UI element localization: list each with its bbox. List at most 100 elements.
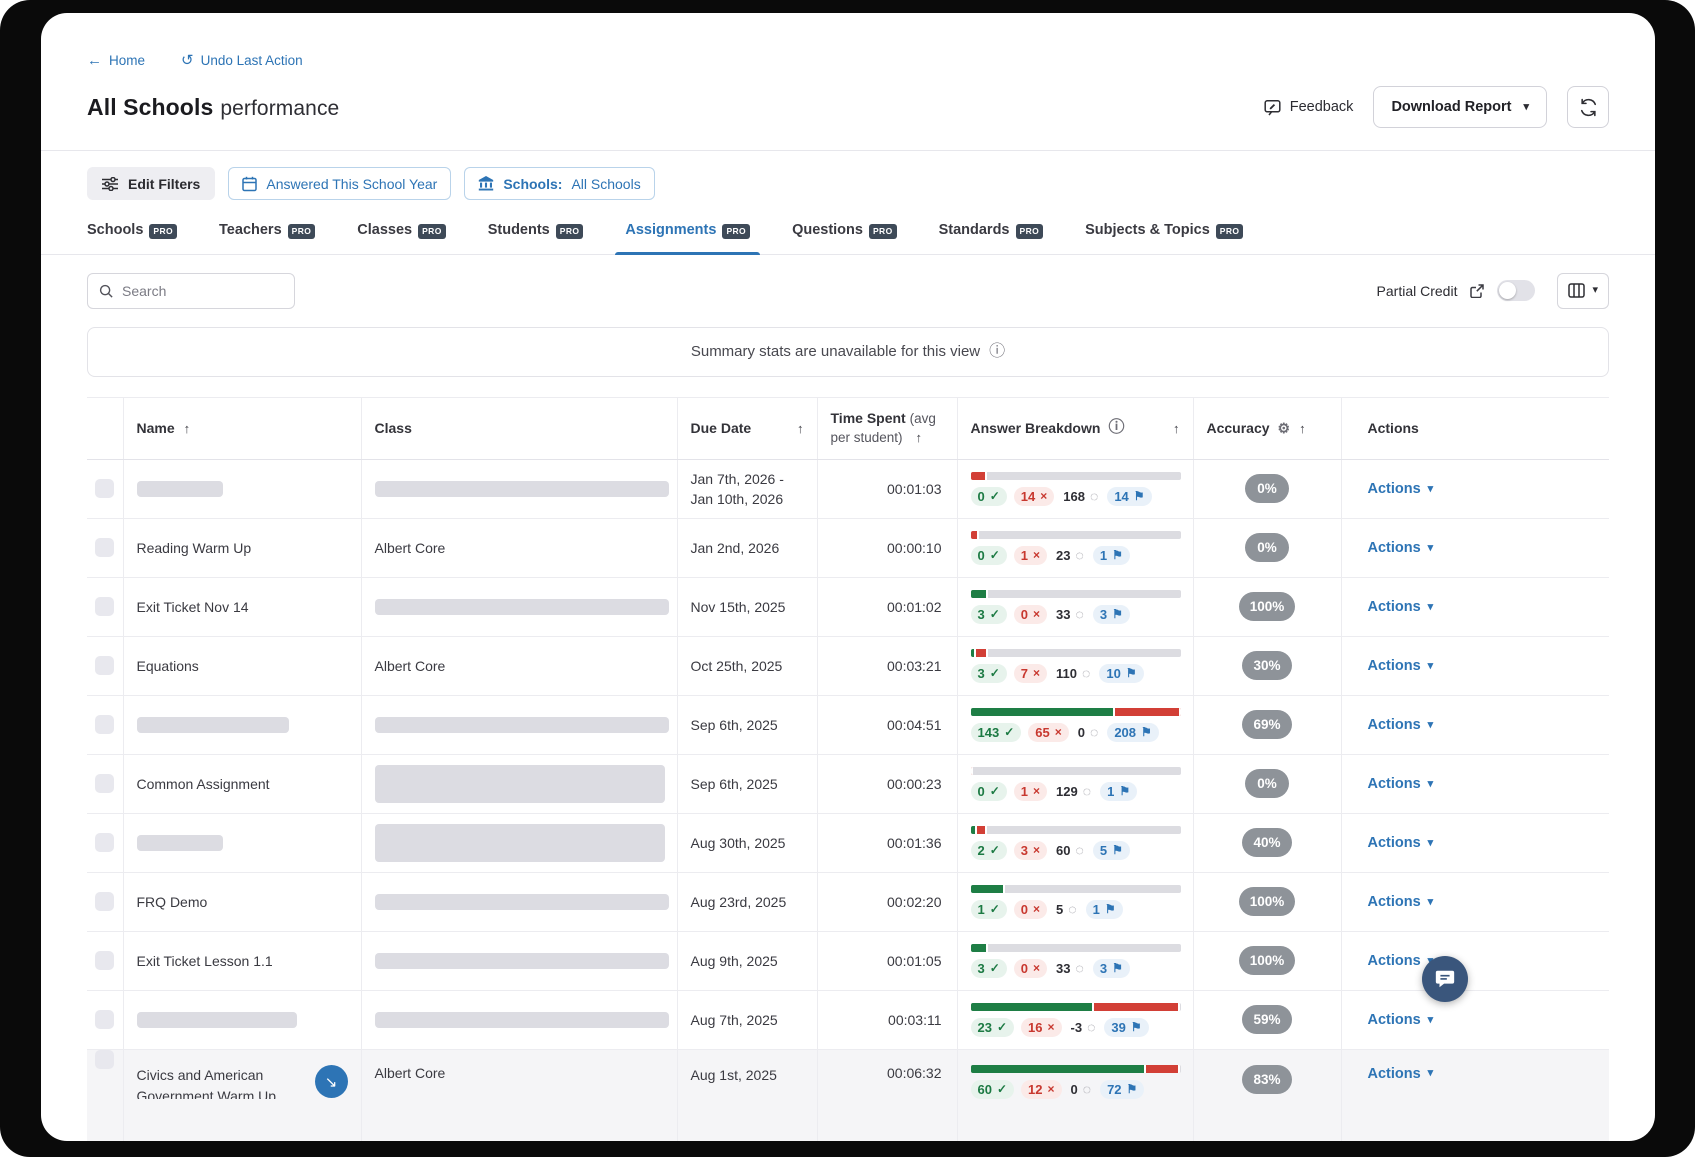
row-checkbox[interactable]: [95, 538, 114, 557]
answered-this-school-year-chip[interactable]: Answered This School Year: [228, 167, 451, 200]
row-checkbox[interactable]: [95, 892, 114, 911]
sort-up-icon[interactable]: ↑: [1173, 421, 1180, 436]
row-actions-button[interactable]: Actions ▾: [1368, 481, 1434, 497]
row-checkbox[interactable]: [95, 1050, 114, 1069]
answer-breakdown-bar: [971, 944, 1181, 952]
incorrect-count: 12×: [1021, 1080, 1061, 1099]
flagged-count: 3⚑: [1093, 605, 1130, 624]
table-toolbar: Partial Credit ▾: [41, 273, 1655, 309]
correct-count: 0✓: [971, 782, 1007, 801]
incorrect-count: 1×: [1014, 782, 1047, 801]
tab-label: Teachers: [219, 222, 282, 238]
time-spent: 00:06:32: [887, 1065, 942, 1081]
assignment-name[interactable]: FRQ Demo: [137, 894, 208, 910]
row-checkbox[interactable]: [95, 715, 114, 734]
assignment-name[interactable]: Civics and American Government Warm Up: [137, 1065, 301, 1099]
table-header-row: Name↑ Class Due Date↑ Time Spent (avg pe…: [87, 397, 1609, 459]
refresh-button[interactable]: [1567, 86, 1609, 128]
sort-up-icon[interactable]: ↑: [184, 421, 191, 436]
answer-breakdown-bar: [971, 826, 1181, 834]
info-icon[interactable]: ⓘ: [1108, 420, 1124, 436]
accuracy-badge: 83%: [1242, 1065, 1291, 1094]
row-checkbox[interactable]: [95, 774, 114, 793]
redacted-name-placeholder: [137, 481, 223, 497]
row-actions-button[interactable]: Actions ▾: [1368, 717, 1434, 733]
due-date: Aug 23rd, 2025: [691, 894, 787, 910]
answer-breakdown-bar: [971, 708, 1181, 716]
row-actions-button[interactable]: Actions ▾: [1368, 776, 1434, 792]
due-date: Jan 2nd, 2026: [691, 540, 780, 556]
due-date-column-header[interactable]: Due Date↑: [677, 397, 817, 459]
search-box[interactable]: [87, 273, 295, 309]
edit-filters-button[interactable]: Edit Filters: [87, 167, 215, 200]
row-actions-button[interactable]: Actions ▾: [1368, 540, 1434, 556]
home-link[interactable]: ← Home: [87, 53, 145, 68]
search-input[interactable]: [122, 283, 283, 299]
tab-classes[interactable]: Classes PRO: [357, 222, 445, 254]
page-title: All Schoolsperformance: [87, 94, 339, 121]
row-actions-button[interactable]: Actions ▾: [1368, 658, 1434, 674]
answer-breakdown-column-header[interactable]: Answer Breakdownⓘ↑: [957, 397, 1193, 459]
open-assignment-icon[interactable]: ↘: [315, 1065, 348, 1098]
chevron-down-icon: ▾: [1523, 102, 1529, 113]
row-checkbox[interactable]: [95, 951, 114, 970]
check-icon: ✓: [990, 608, 1000, 620]
row-checkbox[interactable]: [95, 479, 114, 498]
tab-label: Classes: [357, 222, 412, 238]
row-checkbox[interactable]: [95, 1010, 114, 1029]
external-link-icon[interactable]: [1470, 284, 1484, 298]
dashed-circle-icon: ◌: [1076, 607, 1084, 621]
feedback-button[interactable]: Feedback: [1264, 99, 1354, 116]
column-picker-button[interactable]: ▾: [1557, 273, 1609, 309]
row-checkbox[interactable]: [95, 833, 114, 852]
incorrect-count: 1×: [1014, 546, 1047, 565]
assignment-name[interactable]: Exit Ticket Nov 14: [137, 599, 249, 615]
row-actions-button[interactable]: Actions ▾: [1368, 1066, 1434, 1082]
schools-filter-chip[interactable]: Schools: All Schools: [464, 167, 654, 200]
assignment-name[interactable]: Equations: [137, 658, 199, 674]
check-icon: ✓: [990, 785, 1000, 797]
row-checkbox[interactable]: [95, 656, 114, 675]
sort-up-icon[interactable]: ↑: [1299, 421, 1306, 436]
row-actions-button[interactable]: Actions ▾: [1368, 894, 1434, 910]
dashed-circle-icon: ◌: [1090, 725, 1098, 739]
back-arrow-icon: ←: [87, 53, 102, 68]
correct-count: 0✓: [971, 487, 1007, 506]
time-spent: 00:00:23: [887, 776, 942, 792]
tab-assignments[interactable]: Assignments PRO: [625, 222, 750, 254]
check-icon: ✓: [990, 490, 1000, 502]
assignment-name[interactable]: Reading Warm Up: [137, 540, 252, 556]
accuracy-badge: 100%: [1239, 887, 1296, 916]
row-checkbox[interactable]: [95, 597, 114, 616]
row-actions-button[interactable]: Actions ▾: [1368, 1012, 1434, 1028]
sort-up-icon[interactable]: ↑: [915, 430, 922, 445]
gear-icon[interactable]: ⚙: [1278, 420, 1291, 437]
partial-credit-toggle[interactable]: [1497, 280, 1535, 301]
row-actions-button[interactable]: Actions ▾: [1368, 599, 1434, 615]
chevron-down-icon: ▾: [1428, 484, 1434, 495]
time-spent-column-header[interactable]: Time Spent (avg per student) ↑: [817, 397, 957, 459]
tab-teachers[interactable]: Teachers PRO: [219, 222, 315, 254]
tab-questions[interactable]: Questions PRO: [792, 222, 897, 254]
sort-up-icon[interactable]: ↑: [797, 421, 804, 436]
info-icon[interactable]: ⓘ: [989, 344, 1005, 360]
table-row: Reading Warm Up Albert Core Jan 2nd, 202…: [87, 518, 1609, 577]
table-row: Exit Ticket Lesson 1.1 Aug 9th, 2025 00:…: [87, 931, 1609, 990]
row-actions-label: Actions: [1368, 835, 1421, 851]
row-actions-button[interactable]: Actions ▾: [1368, 835, 1434, 851]
assignment-name[interactable]: Common Assignment: [137, 776, 270, 792]
download-report-button[interactable]: Download Report ▾: [1373, 86, 1547, 128]
tab-schools[interactable]: Schools PRO: [87, 222, 177, 254]
undo-last-action-link[interactable]: ↺ Undo Last Action: [181, 53, 303, 68]
row-actions-label: Actions: [1368, 717, 1421, 733]
chat-launcher-button[interactable]: [1422, 956, 1468, 1002]
assignment-name[interactable]: Exit Ticket Lesson 1.1: [137, 953, 273, 969]
accuracy-column-header[interactable]: Accuracy⚙↑: [1193, 397, 1341, 459]
tab-students[interactable]: Students PRO: [488, 222, 584, 254]
tab-subjects-topics[interactable]: Subjects & Topics PRO: [1085, 222, 1243, 254]
tab-standards[interactable]: Standards PRO: [939, 222, 1044, 254]
answer-breakdown-bar: [971, 767, 1181, 775]
row-actions-button[interactable]: Actions ▾: [1368, 953, 1434, 969]
name-column-header[interactable]: Name↑: [123, 397, 361, 459]
answer-breakdown-bar: [971, 531, 1181, 539]
